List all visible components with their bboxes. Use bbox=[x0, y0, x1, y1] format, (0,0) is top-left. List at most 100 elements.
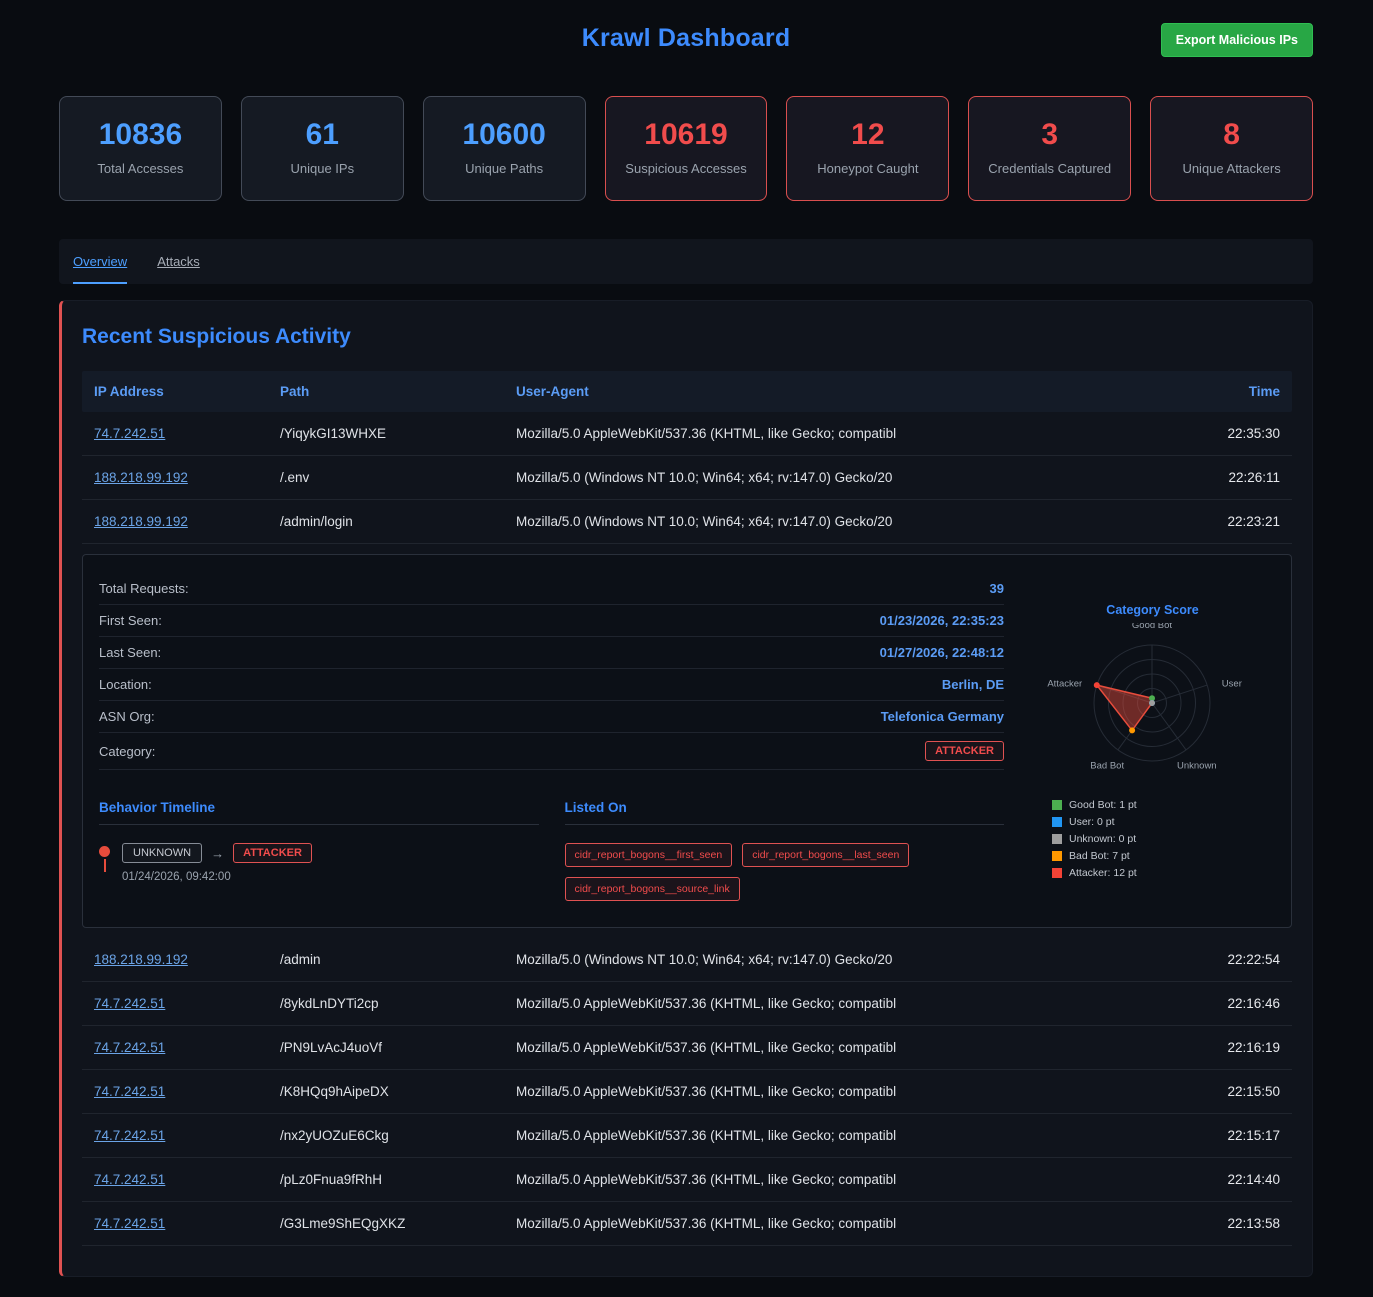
stat-value: 10619 bbox=[612, 118, 761, 152]
row-path: /PN9LvAcJ4uoVf bbox=[280, 1040, 516, 1055]
table-row[interactable]: 74.7.242.51 /pLz0Fnua9fRhH Mozilla/5.0 A… bbox=[82, 1158, 1292, 1202]
table-row[interactable]: 74.7.242.51 /PN9LvAcJ4uoVf Mozilla/5.0 A… bbox=[82, 1026, 1292, 1070]
field-label: First Seen: bbox=[99, 613, 162, 628]
table-row[interactable]: 74.7.242.51 /G3Lme9ShEQgXKZ Mozilla/5.0 … bbox=[82, 1202, 1292, 1246]
column-header-path: Path bbox=[280, 384, 516, 399]
row-user-agent: Mozilla/5.0 AppleWebKit/537.36 (KHTML, l… bbox=[516, 1128, 1148, 1143]
row-time: 22:13:58 bbox=[1148, 1216, 1280, 1231]
legend-item: Attacker: 12 pt bbox=[1052, 867, 1137, 879]
stat-value: 61 bbox=[248, 118, 397, 152]
listed-badge-source-link[interactable]: cidr_report_bogons__source_link bbox=[565, 877, 740, 901]
ip-address-link[interactable]: 74.7.242.51 bbox=[94, 996, 165, 1011]
category-score-column: Category Score Good BotUserUnknownBad Bo… bbox=[1030, 573, 1275, 901]
row-user-agent: Mozilla/5.0 AppleWebKit/537.36 (KHTML, l… bbox=[516, 1172, 1148, 1187]
legend-swatch-icon bbox=[1052, 851, 1062, 861]
table-row[interactable]: 74.7.242.51 /8ykdLnDYTi2cp Mozilla/5.0 A… bbox=[82, 982, 1292, 1026]
stat-card: 10836 Total Accesses bbox=[59, 96, 222, 201]
stat-label: Credentials Captured bbox=[975, 161, 1124, 176]
table-row[interactable]: 188.218.99.192 /.env Mozilla/5.0 (Window… bbox=[82, 456, 1292, 500]
table-row[interactable]: 188.218.99.192 /admin/login Mozilla/5.0 … bbox=[82, 500, 1292, 544]
ip-address-link[interactable]: 188.218.99.192 bbox=[94, 470, 188, 485]
table-row[interactable]: 74.7.242.51 /nx2yUOZuE6Ckg Mozilla/5.0 A… bbox=[82, 1114, 1292, 1158]
row-time: 22:15:17 bbox=[1148, 1128, 1280, 1143]
row-path: /K8HQq9hAipeDX bbox=[280, 1084, 516, 1099]
arrow-right-icon: → bbox=[211, 846, 224, 861]
table-header: IP Address Path User-Agent Time bbox=[82, 371, 1292, 412]
stat-card: 3 Credentials Captured bbox=[968, 96, 1131, 201]
table-row[interactable]: 74.7.242.51 /K8HQq9hAipeDX Mozilla/5.0 A… bbox=[82, 1070, 1292, 1114]
tab-attacks[interactable]: Attacks bbox=[157, 239, 200, 284]
ip-address-link[interactable]: 74.7.242.51 bbox=[94, 1172, 165, 1187]
krawl-dashboard-page: Krawl Dashboard Export Malicious IPs 108… bbox=[0, 0, 1373, 1297]
listed-badge-first-seen[interactable]: cidr_report_bogons__first_seen bbox=[565, 843, 733, 867]
ip-address-link[interactable]: 74.7.242.51 bbox=[94, 426, 165, 441]
row-path: /.env bbox=[280, 470, 516, 485]
stats-row: 10836 Total Accesses 61 Unique IPs 10600… bbox=[59, 96, 1313, 201]
legend-label: Bad Bot: 7 pt bbox=[1069, 850, 1130, 862]
recent-suspicious-activity-panel: Recent Suspicious Activity IP Address Pa… bbox=[59, 300, 1313, 1277]
row-time: 22:14:40 bbox=[1148, 1172, 1280, 1187]
column-header-time: Time bbox=[1148, 384, 1280, 399]
row-user-agent: Mozilla/5.0 AppleWebKit/537.36 (KHTML, l… bbox=[516, 1084, 1148, 1099]
field-value: Berlin, DE bbox=[942, 677, 1004, 692]
legend-swatch-icon bbox=[1052, 834, 1062, 844]
field-total-requests: Total Requests: 39 bbox=[99, 573, 1004, 605]
field-location: Location: Berlin, DE bbox=[99, 669, 1004, 701]
legend-label: Unknown: 0 pt bbox=[1069, 833, 1136, 845]
listed-on-section: Listed On cidr_report_bogons__first_seen… bbox=[565, 800, 1005, 901]
table-row[interactable]: 74.7.242.51 /YiqykGI13WHXE Mozilla/5.0 A… bbox=[82, 412, 1292, 456]
stat-value: 10600 bbox=[430, 118, 579, 152]
timeline-content: UNKNOWN → ATTACKER 01/24/2026, 09:42:00 bbox=[122, 843, 312, 883]
field-value: 01/27/2026, 22:48:12 bbox=[880, 645, 1004, 660]
detail-left-column: Total Requests: 39 First Seen: 01/23/202… bbox=[99, 573, 1004, 901]
stat-value: 12 bbox=[793, 118, 942, 152]
svg-text:Attacker: Attacker bbox=[1047, 679, 1082, 690]
header: Krawl Dashboard Export Malicious IPs bbox=[59, 0, 1313, 72]
stat-card: 10600 Unique Paths bbox=[423, 96, 586, 201]
row-user-agent: Mozilla/5.0 AppleWebKit/537.36 (KHTML, l… bbox=[516, 996, 1148, 1011]
stat-card: 61 Unique IPs bbox=[241, 96, 404, 201]
stat-value: 8 bbox=[1157, 118, 1306, 152]
tabs-bar: Overview Attacks bbox=[59, 239, 1313, 284]
radar-chart-svg: Good BotUserUnknownBad BotAttacker bbox=[1030, 623, 1275, 788]
row-time: 22:23:21 bbox=[1148, 514, 1280, 529]
category-score-title: Category Score bbox=[1030, 603, 1275, 617]
field-first-seen: First Seen: 01/23/2026, 22:35:23 bbox=[99, 605, 1004, 637]
listed-badges: cidr_report_bogons__first_seen cidr_repo… bbox=[565, 843, 1005, 901]
ip-address-link[interactable]: 74.7.242.51 bbox=[94, 1040, 165, 1055]
row-user-agent: Mozilla/5.0 (Windows NT 10.0; Win64; x64… bbox=[516, 952, 1148, 967]
field-label: Location: bbox=[99, 677, 152, 692]
field-value: 39 bbox=[990, 581, 1004, 596]
field-label: Last Seen: bbox=[99, 645, 161, 660]
listed-badge-last-seen[interactable]: cidr_report_bogons__last_seen bbox=[742, 843, 909, 867]
ip-address-link[interactable]: 188.218.99.192 bbox=[94, 952, 188, 967]
ip-address-link[interactable]: 74.7.242.51 bbox=[94, 1084, 165, 1099]
ip-address-link[interactable]: 188.218.99.192 bbox=[94, 514, 188, 529]
tab-overview[interactable]: Overview bbox=[73, 239, 127, 284]
row-time: 22:16:46 bbox=[1148, 996, 1280, 1011]
row-time: 22:22:54 bbox=[1148, 952, 1280, 967]
stat-label: Honeypot Caught bbox=[793, 161, 942, 176]
row-path: /admin/login bbox=[280, 514, 516, 529]
row-path: /admin bbox=[280, 952, 516, 967]
legend-item: Bad Bot: 7 pt bbox=[1052, 850, 1137, 862]
stat-value: 3 bbox=[975, 118, 1124, 152]
row-time: 22:26:11 bbox=[1148, 470, 1280, 485]
legend-item: User: 0 pt bbox=[1052, 816, 1137, 828]
export-malicious-ips-button[interactable]: Export Malicious IPs bbox=[1161, 23, 1313, 57]
timeline-dot-icon bbox=[99, 846, 110, 857]
field-label: Category: bbox=[99, 744, 155, 759]
stat-label: Unique IPs bbox=[248, 161, 397, 176]
ip-detail-panel: Total Requests: 39 First Seen: 01/23/202… bbox=[82, 554, 1292, 928]
ip-address-link[interactable]: 74.7.242.51 bbox=[94, 1216, 165, 1231]
stat-card: 10619 Suspicious Accesses bbox=[605, 96, 768, 201]
row-user-agent: Mozilla/5.0 AppleWebKit/537.36 (KHTML, l… bbox=[516, 1040, 1148, 1055]
timeline-line bbox=[104, 859, 106, 872]
legend-label: Good Bot: 1 pt bbox=[1069, 799, 1137, 811]
ip-address-link[interactable]: 74.7.242.51 bbox=[94, 1128, 165, 1143]
table-row[interactable]: 188.218.99.192 /admin Mozilla/5.0 (Windo… bbox=[82, 938, 1292, 982]
field-value: Telefonica Germany bbox=[881, 709, 1004, 724]
row-time: 22:35:30 bbox=[1148, 426, 1280, 441]
listed-on-title: Listed On bbox=[565, 800, 1005, 825]
stat-label: Total Accesses bbox=[66, 161, 215, 176]
